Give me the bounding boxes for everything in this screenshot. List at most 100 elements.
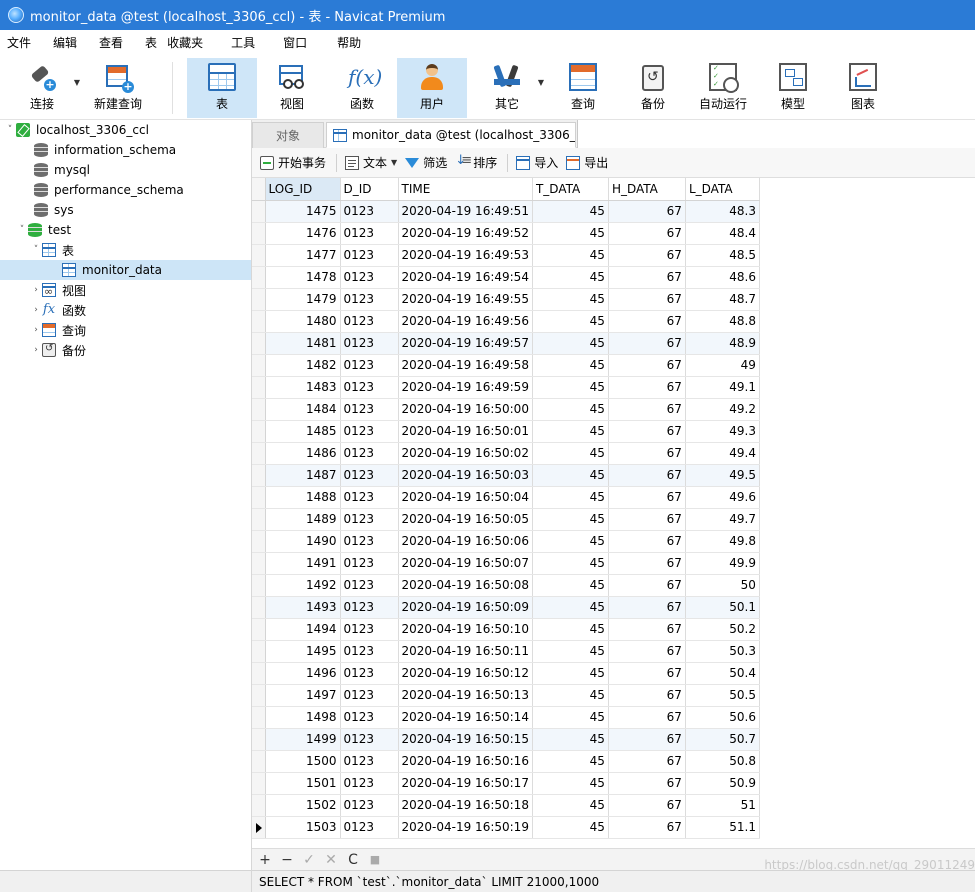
- row-indicator[interactable]: [252, 596, 266, 619]
- table-cell-d-id[interactable]: 0123: [340, 398, 399, 421]
- table-row[interactable]: 1475 0123 2020-04-19 16:49:51 45 67 48.3: [252, 200, 760, 223]
- table-cell-log-id[interactable]: 1477: [265, 244, 341, 267]
- table-row[interactable]: 1490 0123 2020-04-19 16:50:06 45 67 49.8: [252, 530, 760, 553]
- table-cell-t-data[interactable]: 45: [532, 464, 609, 487]
- table-row[interactable]: 1486 0123 2020-04-19 16:50:02 45 67 49.4: [252, 442, 760, 465]
- table-cell-t-data[interactable]: 45: [532, 266, 609, 289]
- table-cell-time[interactable]: 2020-04-19 16:50:06: [398, 530, 533, 553]
- table-cell-time[interactable]: 2020-04-19 16:50:19: [398, 816, 533, 839]
- collapse-arrow-icon[interactable]: ˅: [4, 125, 16, 135]
- table-row[interactable]: 1480 0123 2020-04-19 16:49:56 45 67 48.8: [252, 310, 760, 333]
- user-button[interactable]: 用户: [397, 58, 467, 118]
- table-row[interactable]: 1503 0123 2020-04-19 16:50:19 45 67 51.1: [252, 816, 760, 839]
- table-cell-log-id[interactable]: 1482: [265, 354, 341, 377]
- row-indicator[interactable]: [252, 222, 266, 245]
- table-cell-d-id[interactable]: 0123: [340, 794, 399, 817]
- tree-item-mysql[interactable]: mysql: [0, 160, 251, 180]
- table-cell-log-id[interactable]: 1492: [265, 574, 341, 597]
- menu-table[interactable]: 表: [131, 30, 165, 56]
- table-cell-time[interactable]: 2020-04-19 16:50:09: [398, 596, 533, 619]
- dropdown-arrow-icon[interactable]: ▼: [538, 78, 544, 87]
- table-cell-t-data[interactable]: 45: [532, 684, 609, 707]
- menu-help[interactable]: 帮助: [315, 30, 369, 56]
- table-cell-h-data[interactable]: 67: [608, 310, 686, 333]
- table-cell-h-data[interactable]: 67: [608, 420, 686, 443]
- table-cell-time[interactable]: 2020-04-19 16:50:15: [398, 728, 533, 751]
- table-cell-l-data[interactable]: 49.5: [685, 464, 760, 487]
- table-cell-time[interactable]: 2020-04-19 16:50:16: [398, 750, 533, 773]
- table-cell-d-id[interactable]: 0123: [340, 420, 399, 443]
- table-cell-time[interactable]: 2020-04-19 16:49:52: [398, 222, 533, 245]
- table-cell-h-data[interactable]: 67: [608, 816, 686, 839]
- dropdown-arrow-icon[interactable]: ▼: [74, 78, 80, 87]
- table-cell-l-data[interactable]: 49.8: [685, 530, 760, 553]
- table-cell-d-id[interactable]: 0123: [340, 574, 399, 597]
- expand-arrow-icon[interactable]: ›: [30, 305, 42, 315]
- row-indicator[interactable]: [252, 354, 266, 377]
- table-cell-d-id[interactable]: 0123: [340, 596, 399, 619]
- table-button[interactable]: 表: [187, 58, 257, 118]
- stop-button[interactable]: ■: [364, 850, 386, 870]
- row-indicator[interactable]: [252, 442, 266, 465]
- row-indicator[interactable]: [252, 244, 266, 267]
- table-cell-h-data[interactable]: 67: [608, 618, 686, 641]
- table-cell-l-data[interactable]: 50.3: [685, 640, 760, 663]
- table-cell-log-id[interactable]: 1480: [265, 310, 341, 333]
- table-cell-t-data[interactable]: 45: [532, 750, 609, 773]
- table-cell-time[interactable]: 2020-04-19 16:50:14: [398, 706, 533, 729]
- table-cell-h-data[interactable]: 67: [608, 684, 686, 707]
- expand-arrow-icon[interactable]: ›: [30, 285, 42, 295]
- table-cell-d-id[interactable]: 0123: [340, 288, 399, 311]
- tree-item-queries[interactable]: › 查询: [0, 320, 251, 340]
- table-cell-l-data[interactable]: 48.9: [685, 332, 760, 355]
- table-cell-d-id[interactable]: 0123: [340, 640, 399, 663]
- table-row[interactable]: 1493 0123 2020-04-19 16:50:09 45 67 50.1: [252, 596, 760, 619]
- table-cell-h-data[interactable]: 67: [608, 332, 686, 355]
- table-cell-d-id[interactable]: 0123: [340, 244, 399, 267]
- tree-item-views[interactable]: › 视图: [0, 280, 251, 300]
- table-cell-log-id[interactable]: 1494: [265, 618, 341, 641]
- table-cell-log-id[interactable]: 1499: [265, 728, 341, 751]
- table-cell-l-data[interactable]: 50.4: [685, 662, 760, 685]
- table-cell-d-id[interactable]: 0123: [340, 442, 399, 465]
- row-indicator[interactable]: [252, 508, 266, 531]
- table-cell-d-id[interactable]: 0123: [340, 530, 399, 553]
- add-record-button[interactable]: +: [254, 850, 276, 870]
- table-cell-l-data[interactable]: 48.6: [685, 266, 760, 289]
- table-cell-time[interactable]: 2020-04-19 16:49:59: [398, 376, 533, 399]
- table-cell-d-id[interactable]: 0123: [340, 464, 399, 487]
- table-cell-d-id[interactable]: 0123: [340, 772, 399, 795]
- table-cell-log-id[interactable]: 1489: [265, 508, 341, 531]
- table-row[interactable]: 1494 0123 2020-04-19 16:50:10 45 67 50.2: [252, 618, 760, 641]
- table-cell-time[interactable]: 2020-04-19 16:50:11: [398, 640, 533, 663]
- table-cell-d-id[interactable]: 0123: [340, 662, 399, 685]
- table-row[interactable]: 1482 0123 2020-04-19 16:49:58 45 67 49: [252, 354, 760, 377]
- column-header[interactable]: D_ID: [340, 178, 399, 201]
- table-cell-t-data[interactable]: 45: [532, 596, 609, 619]
- table-cell-time[interactable]: 2020-04-19 16:50:02: [398, 442, 533, 465]
- table-cell-t-data[interactable]: 45: [532, 508, 609, 531]
- import-button[interactable]: 导入: [516, 152, 558, 174]
- row-indicator[interactable]: [252, 750, 266, 773]
- chart-button[interactable]: 图表: [836, 58, 890, 118]
- column-header[interactable]: L_DATA: [685, 178, 760, 201]
- table-cell-time[interactable]: 2020-04-19 16:50:05: [398, 508, 533, 531]
- table-row[interactable]: 1476 0123 2020-04-19 16:49:52 45 67 48.4: [252, 222, 760, 245]
- automation-button[interactable]: 自动运行: [690, 58, 756, 118]
- row-indicator[interactable]: [252, 464, 266, 487]
- table-cell-t-data[interactable]: 45: [532, 376, 609, 399]
- table-cell-l-data[interactable]: 48.8: [685, 310, 760, 333]
- row-indicator[interactable]: [252, 420, 266, 443]
- table-cell-t-data[interactable]: 45: [532, 332, 609, 355]
- table-cell-log-id[interactable]: 1490: [265, 530, 341, 553]
- column-header[interactable]: LOG_ID: [265, 178, 341, 201]
- row-indicator[interactable]: [252, 640, 266, 663]
- table-cell-time[interactable]: 2020-04-19 16:50:12: [398, 662, 533, 685]
- table-cell-time[interactable]: 2020-04-19 16:50:00: [398, 398, 533, 421]
- tab-objects[interactable]: 对象: [252, 122, 324, 148]
- begin-transaction-button[interactable]: 开始事务: [260, 152, 326, 174]
- row-indicator[interactable]: [252, 662, 266, 685]
- table-cell-d-id[interactable]: 0123: [340, 376, 399, 399]
- table-cell-h-data[interactable]: 67: [608, 486, 686, 509]
- table-cell-h-data[interactable]: 67: [608, 772, 686, 795]
